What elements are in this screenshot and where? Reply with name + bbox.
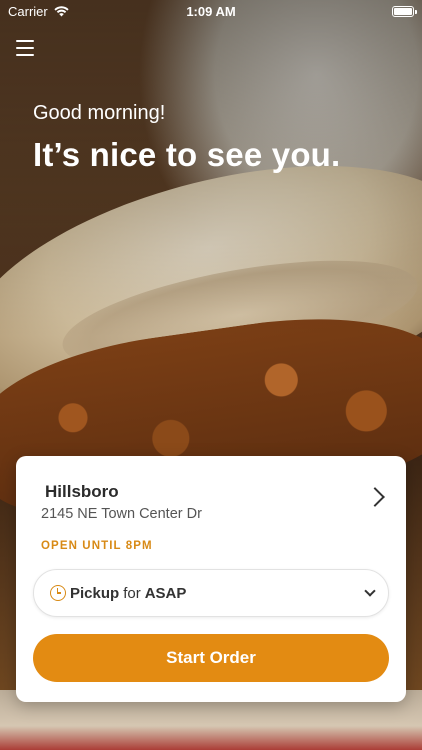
hours-status: OPEN UNTIL 8PM	[41, 540, 153, 552]
chevron-right-icon[interactable]	[365, 487, 385, 507]
wifi-icon	[54, 5, 69, 16]
clock-icon	[50, 585, 66, 601]
carrier-label: Carrier	[8, 3, 48, 19]
menu-line	[16, 40, 34, 42]
pickup-connector: for	[123, 584, 141, 602]
menu-line	[16, 54, 34, 56]
chevron-down-icon	[364, 585, 376, 597]
pickup-summary: Pickup for ASAP	[70, 585, 366, 602]
status-bar: Carrier 1:09 AM	[0, 0, 422, 22]
location-address: 2145 NE Town Center Dr	[41, 506, 202, 522]
status-left: Carrier	[8, 4, 69, 19]
location-card: Hillsboro 2145 NE Town Center Dr OPEN UN…	[16, 456, 406, 702]
pickup-mode: Pickup	[70, 584, 120, 602]
pickup-time-select[interactable]: Pickup for ASAP	[33, 569, 389, 617]
pickup-time: ASAP	[144, 584, 187, 602]
hamburger-menu-icon[interactable]	[16, 40, 34, 56]
start-order-button[interactable]: Start Order	[33, 634, 389, 682]
status-time: 1:09 AM	[186, 3, 236, 19]
headline-text: It’s nice to see you.	[33, 136, 341, 173]
location-name: Hillsboro	[45, 482, 119, 501]
menu-line	[16, 47, 34, 49]
greeting-text: Good morning!	[33, 102, 166, 124]
battery-icon	[392, 5, 417, 17]
